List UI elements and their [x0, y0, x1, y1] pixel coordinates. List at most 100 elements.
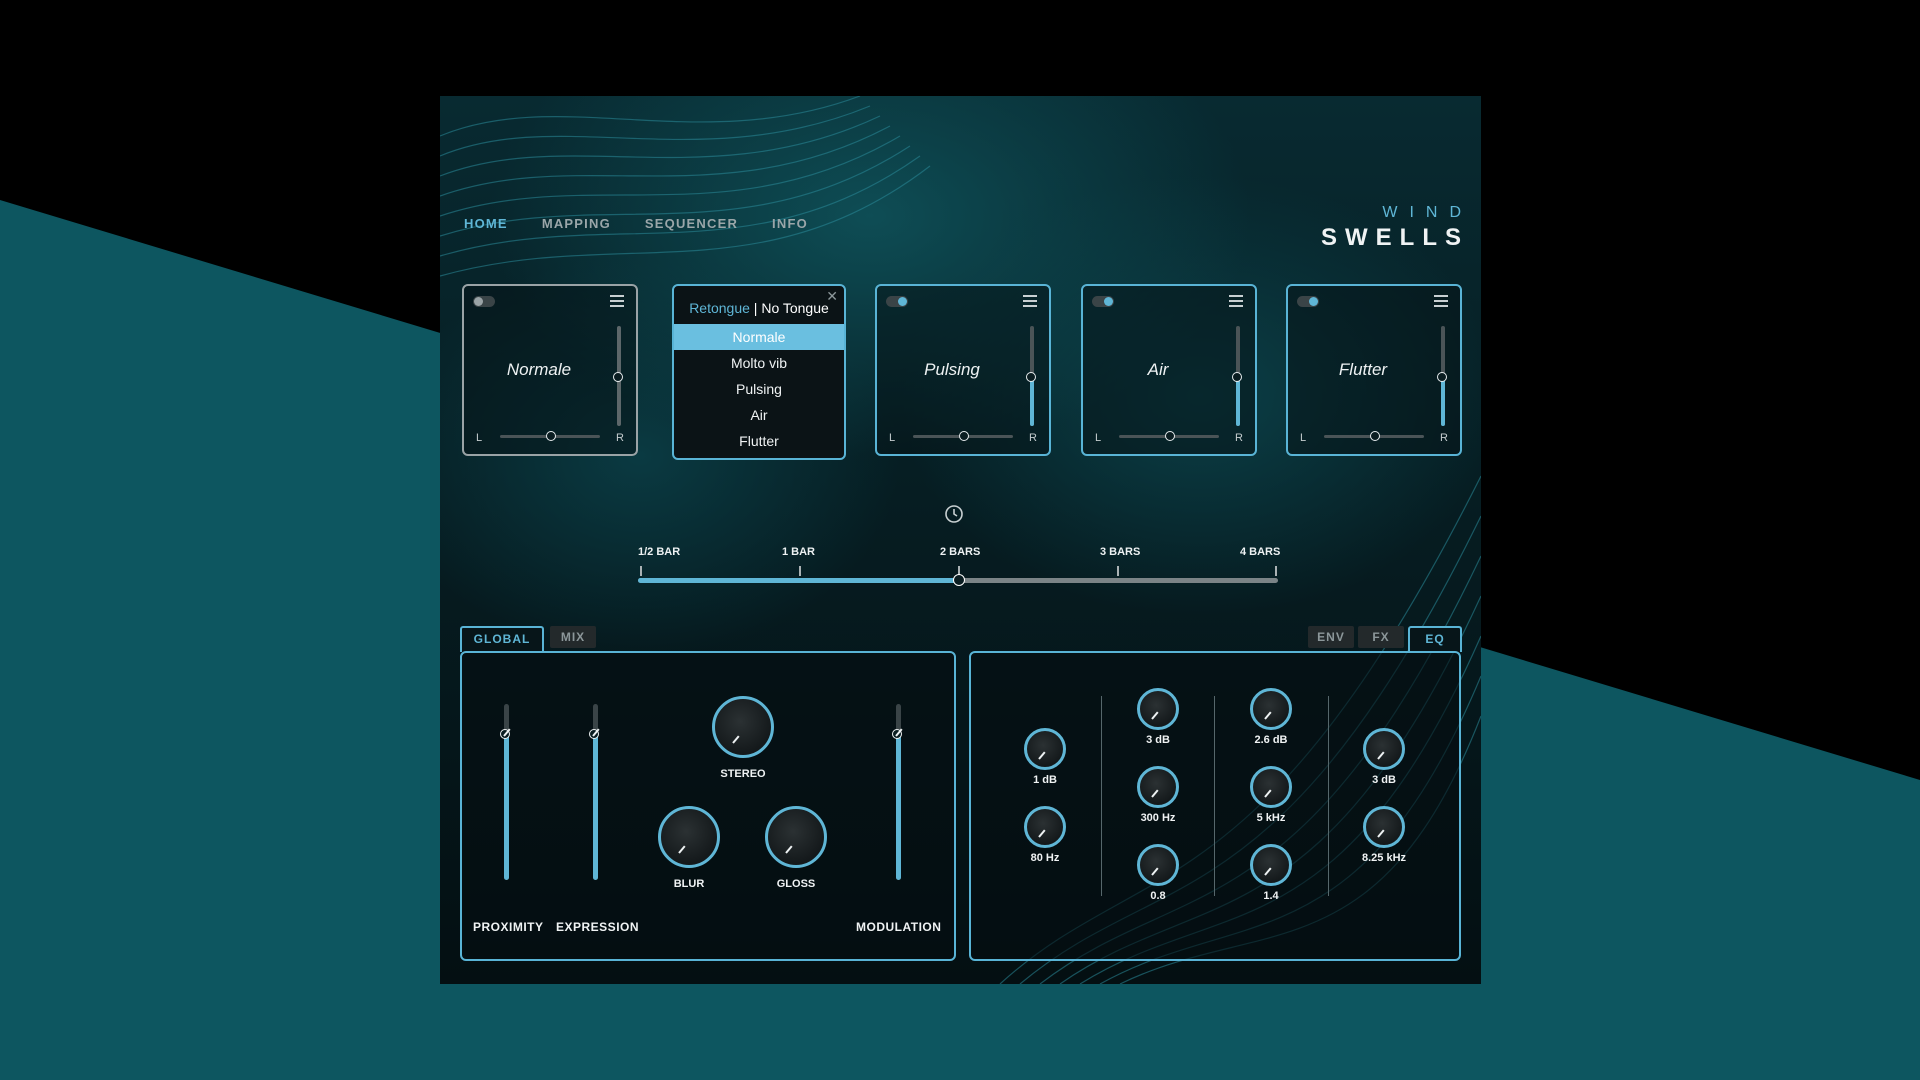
- articulation-card-1[interactable]: Normale L R: [462, 284, 638, 456]
- eq-band2-gain-label: 3 dB: [1146, 734, 1170, 746]
- tick-mark: [1275, 566, 1277, 576]
- articulation-name: Normale: [506, 360, 572, 379]
- clock-icon[interactable]: [944, 504, 964, 524]
- nav-sequencer[interactable]: SEQUENCER: [645, 216, 738, 231]
- logo-line-1: WIND: [1382, 204, 1473, 221]
- global-panel: [460, 651, 956, 961]
- articulation-card-4[interactable]: Flutter L R: [1286, 284, 1462, 456]
- tick-mark: [640, 566, 642, 576]
- blur-label: BLUR: [673, 878, 705, 890]
- pan-right-label: R: [1235, 432, 1243, 444]
- articulation-dropdown[interactable]: ✕ Retongue | No Tongue Normale Molto vib…: [672, 284, 846, 460]
- volume-slider-knob[interactable]: [1437, 372, 1447, 382]
- eq-band2-freq-knob[interactable]: [1137, 766, 1179, 808]
- tab-global[interactable]: GLOBAL: [460, 626, 544, 652]
- pan-slider[interactable]: [500, 431, 600, 441]
- stereo-label: STEREO: [720, 768, 766, 780]
- hamburger-menu-icon[interactable]: [610, 295, 624, 307]
- dropdown-header-separator: |: [749, 300, 762, 316]
- bar-length-track[interactable]: [638, 574, 1278, 586]
- slider-fill: [504, 734, 509, 880]
- gloss-label: GLOSS: [776, 878, 816, 890]
- dropdown-option[interactable]: Air: [674, 402, 844, 428]
- card-toggle[interactable]: [473, 296, 495, 307]
- bar-length-slider[interactable]: 1/2 BAR 1 BAR 2 BARS 3 BARS 4 BARS: [638, 546, 1280, 606]
- dropdown-option[interactable]: Pulsing: [674, 376, 844, 402]
- articulation-name: Air: [1147, 360, 1169, 379]
- nav-mapping[interactable]: MAPPING: [542, 216, 611, 231]
- articulation-name: Pulsing: [924, 360, 980, 379]
- eq-band4-freq-knob[interactable]: [1363, 806, 1405, 848]
- volume-slider-knob[interactable]: [1232, 372, 1242, 382]
- stereo-knob[interactable]: [712, 696, 774, 758]
- eq-band3-freq-label: 5 kHz: [1256, 812, 1286, 824]
- pan-slider-knob[interactable]: [1370, 431, 1380, 441]
- pan-slider-knob[interactable]: [1165, 431, 1175, 441]
- volume-slider-knob[interactable]: [1026, 372, 1036, 382]
- eq-band1-freq-knob[interactable]: [1024, 806, 1066, 848]
- pan-slider-knob[interactable]: [959, 431, 969, 441]
- bar-length-knob[interactable]: [953, 574, 965, 586]
- eq-band3-freq-knob[interactable]: [1250, 766, 1292, 808]
- dropdown-header-accent: Retongue: [689, 300, 750, 316]
- eq-band2-q-label: 0.8: [1150, 890, 1166, 902]
- volume-slider-fill: [1236, 376, 1240, 426]
- dropdown-option[interactable]: Normale: [674, 324, 844, 350]
- gloss-knob[interactable]: [765, 806, 827, 868]
- hamburger-menu-icon[interactable]: [1434, 295, 1448, 307]
- tab-fx[interactable]: FX: [1358, 626, 1404, 648]
- tick-label: 1/2 BAR: [638, 546, 681, 558]
- volume-slider[interactable]: [613, 326, 623, 426]
- dropdown-option[interactable]: Molto vib: [674, 350, 844, 376]
- eq-band4-gain-knob[interactable]: [1363, 728, 1405, 770]
- tick-label: 3 BARS: [1100, 546, 1141, 558]
- tick-label: 1 BAR: [782, 546, 816, 558]
- expression-slider[interactable]: [589, 704, 599, 880]
- volume-slider[interactable]: [1026, 326, 1036, 426]
- pan-slider-knob[interactable]: [546, 431, 556, 441]
- tab-eq[interactable]: EQ: [1408, 626, 1462, 652]
- nav-home[interactable]: HOME: [464, 216, 508, 231]
- pan-right-label: R: [1029, 432, 1037, 444]
- slider-fill: [896, 734, 901, 880]
- slider-knob[interactable]: [589, 729, 599, 739]
- eq-band3-q-knob[interactable]: [1250, 844, 1292, 886]
- hamburger-menu-icon[interactable]: [1229, 295, 1243, 307]
- eq-band1-freq-label: 80 Hz: [1030, 852, 1060, 864]
- eq-band3-gain-label: 2.6 dB: [1254, 734, 1288, 746]
- eq-band2-q-knob[interactable]: [1137, 844, 1179, 886]
- volume-slider-knob[interactable]: [613, 372, 623, 382]
- card-toggle[interactable]: [886, 296, 908, 307]
- main-nav: HOME MAPPING SEQUENCER INFO: [464, 216, 842, 231]
- proximity-slider[interactable]: [500, 704, 510, 880]
- dropdown-option[interactable]: Flutter: [674, 428, 844, 454]
- articulation-card-3[interactable]: Air L R: [1081, 284, 1257, 456]
- eq-band1-gain-knob[interactable]: [1024, 728, 1066, 770]
- eq-band2-freq-label: 300 Hz: [1140, 812, 1176, 824]
- dropdown-list: Normale Molto vib Pulsing Air Flutter: [674, 324, 844, 454]
- nav-info[interactable]: INFO: [772, 216, 808, 231]
- slider-knob[interactable]: [500, 729, 510, 739]
- eq-band3-gain-knob[interactable]: [1250, 688, 1292, 730]
- pan-slider[interactable]: [1119, 431, 1219, 441]
- tab-env[interactable]: ENV: [1308, 626, 1354, 648]
- pan-left-label: L: [476, 432, 483, 444]
- slider-knob[interactable]: [892, 729, 902, 739]
- tab-mix[interactable]: MIX: [550, 626, 596, 648]
- articulation-card-2[interactable]: Pulsing L R: [875, 284, 1051, 456]
- card-toggle[interactable]: [1092, 296, 1114, 307]
- eq-band4-freq-label: 8.25 kHz: [1361, 852, 1407, 864]
- card-toggle[interactable]: [1297, 296, 1319, 307]
- volume-slider[interactable]: [1437, 326, 1447, 426]
- modulation-slider[interactable]: [892, 704, 902, 880]
- blur-knob[interactable]: [658, 806, 720, 868]
- hamburger-menu-icon[interactable]: [1023, 295, 1037, 307]
- eq-band1-gain-label: 1 dB: [1033, 774, 1057, 786]
- toggle-dot: [1309, 297, 1318, 306]
- pan-slider[interactable]: [913, 431, 1013, 441]
- eq-band3-q-label: 1.4: [1263, 890, 1279, 902]
- eq-band2-gain-knob[interactable]: [1137, 688, 1179, 730]
- volume-slider[interactable]: [1232, 326, 1242, 426]
- pan-slider[interactable]: [1324, 431, 1424, 441]
- close-icon[interactable]: ✕: [826, 288, 838, 305]
